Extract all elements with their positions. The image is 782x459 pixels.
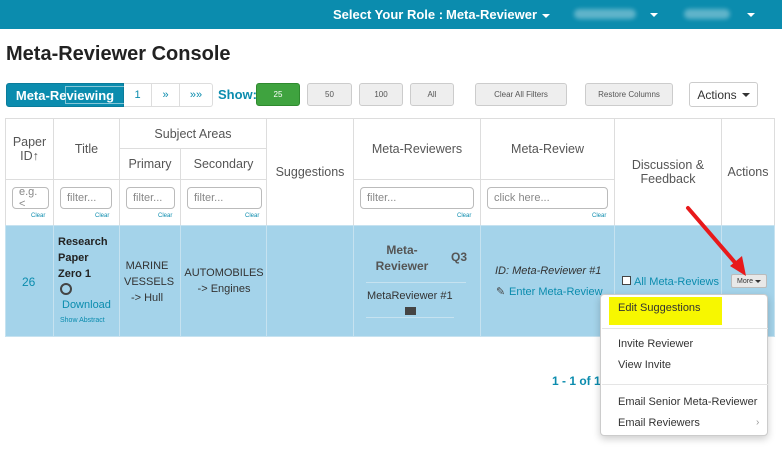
col-primary[interactable]: Primary — [119, 148, 181, 180]
col-title[interactable]: Title — [53, 118, 120, 180]
col-secondary[interactable]: Secondary — [180, 148, 267, 180]
title-filter-input[interactable]: filter... — [60, 187, 112, 209]
paper-id-link[interactable]: 26 — [22, 275, 35, 289]
paper-title: Research Paper Zero 1 — [58, 236, 108, 280]
meta-reviewer-name: MetaReviewer #1 — [367, 290, 453, 302]
pagination: Meta-Reviewing 1 » »» — [6, 83, 213, 107]
col-meta-review[interactable]: Meta-Review — [480, 118, 615, 180]
secondary-area: AUTOMOBILES -> Engines — [184, 267, 264, 295]
results-count: 1 - 1 of 1 — [552, 374, 601, 388]
primary-clear-link[interactable]: Clear — [158, 213, 172, 219]
top-navbar: Select Your Role : Meta-Reviewer — [0, 0, 782, 29]
primary-area: MARINE VESSELS -> Hull — [124, 260, 175, 304]
row-suggestions-cell — [266, 225, 354, 337]
menu-divider — [602, 384, 768, 385]
chevron-down-icon — [650, 13, 658, 17]
restore-columns-button[interactable]: Restore Columns — [585, 83, 673, 106]
menu-item-edit-suggestions[interactable]: Edit Suggestions — [618, 302, 701, 314]
last-page-button[interactable]: »» — [180, 83, 213, 107]
col-paper-id[interactable]: Paper ID↑ — [5, 118, 54, 180]
page-1-button[interactable]: 1 — [124, 83, 152, 107]
list-icon — [622, 276, 631, 285]
meta-reviewer-role: Meta-Reviewer — [375, 243, 429, 273]
show-50-button[interactable]: 50 — [307, 83, 352, 106]
meta-review-clear-link[interactable]: Clear — [592, 213, 606, 219]
show-all-button[interactable]: All — [410, 83, 454, 106]
col-meta-reviewers[interactable]: Meta-Reviewers — [353, 118, 481, 180]
paper-id-clear-link[interactable]: Clear — [31, 213, 45, 219]
current-page-button[interactable]: Meta-Reviewing — [6, 83, 125, 107]
show-25-button[interactable]: 25 — [256, 83, 300, 106]
page-outline — [65, 86, 125, 104]
row-meta-review-cell — [480, 225, 615, 337]
more-actions-menu: Edit Suggestions Invite Reviewer View In… — [600, 294, 768, 436]
meta-review-id: ID: Meta-Reviewer #1 — [495, 265, 602, 277]
redacted-user-menu[interactable] — [574, 9, 636, 19]
title-clear-link[interactable]: Clear — [95, 213, 109, 219]
meta-review-filter-input[interactable]: click here... — [487, 187, 608, 209]
divider — [366, 282, 466, 283]
edit-icon: ✎ — [496, 286, 506, 298]
quartile-badge: Q3 — [451, 250, 468, 264]
meta-reviewers-clear-link[interactable]: Clear — [457, 213, 471, 219]
redacted-account-menu[interactable] — [684, 9, 730, 19]
chevron-down-icon — [741, 92, 750, 97]
divider — [366, 317, 454, 318]
secondary-clear-link[interactable]: Clear — [245, 213, 259, 219]
annotation-arrow-icon — [686, 206, 746, 276]
role-label: Select Your Role : — [333, 7, 444, 22]
col-suggestions[interactable]: Suggestions — [266, 118, 354, 226]
actions-button[interactable]: Actions — [689, 82, 758, 107]
role-value: Meta-Reviewer — [446, 7, 538, 22]
menu-item-email-reviewers[interactable]: Email Reviewers — [618, 417, 700, 429]
chevron-down-icon — [747, 13, 755, 17]
download-link[interactable]: Download — [62, 299, 111, 311]
col-subject-areas: Subject Areas — [119, 118, 267, 149]
enter-meta-review-link[interactable]: Enter Meta-Review — [509, 286, 603, 298]
chevron-right-icon: › — [756, 417, 760, 428]
next-page-button[interactable]: » — [152, 83, 180, 107]
menu-item-email-senior-meta-reviewer[interactable]: Email Senior Meta-Reviewer — [618, 396, 757, 408]
menu-item-view-invite[interactable]: View Invite — [618, 359, 671, 371]
info-circle-icon[interactable] — [60, 283, 72, 295]
primary-filter-input[interactable]: filter... — [126, 187, 175, 209]
col-paper-id-label: Paper ID↑ — [12, 135, 47, 163]
show-label: Show: — [218, 87, 257, 102]
page-title: Meta-Reviewer Console — [6, 43, 231, 65]
meta-reviewers-filter-input[interactable]: filter... — [360, 187, 474, 209]
envelope-icon[interactable] — [405, 307, 416, 315]
paper-id-filter-input[interactable]: e.g. < — [12, 186, 49, 210]
role-dropdown[interactable]: Meta-Reviewer — [446, 7, 551, 22]
clear-all-filters-button[interactable]: Clear All Filters — [475, 83, 567, 106]
menu-divider — [602, 328, 768, 329]
menu-item-invite-reviewer[interactable]: Invite Reviewer — [618, 338, 693, 350]
secondary-filter-input[interactable]: filter... — [187, 187, 262, 209]
sort-up-arrow-icon: ↑ — [32, 149, 39, 163]
chevron-down-icon — [542, 13, 551, 18]
show-100-button[interactable]: 100 — [359, 83, 403, 106]
actions-label: Actions — [697, 87, 737, 102]
show-abstract-link[interactable]: Show Abstract — [60, 317, 105, 324]
